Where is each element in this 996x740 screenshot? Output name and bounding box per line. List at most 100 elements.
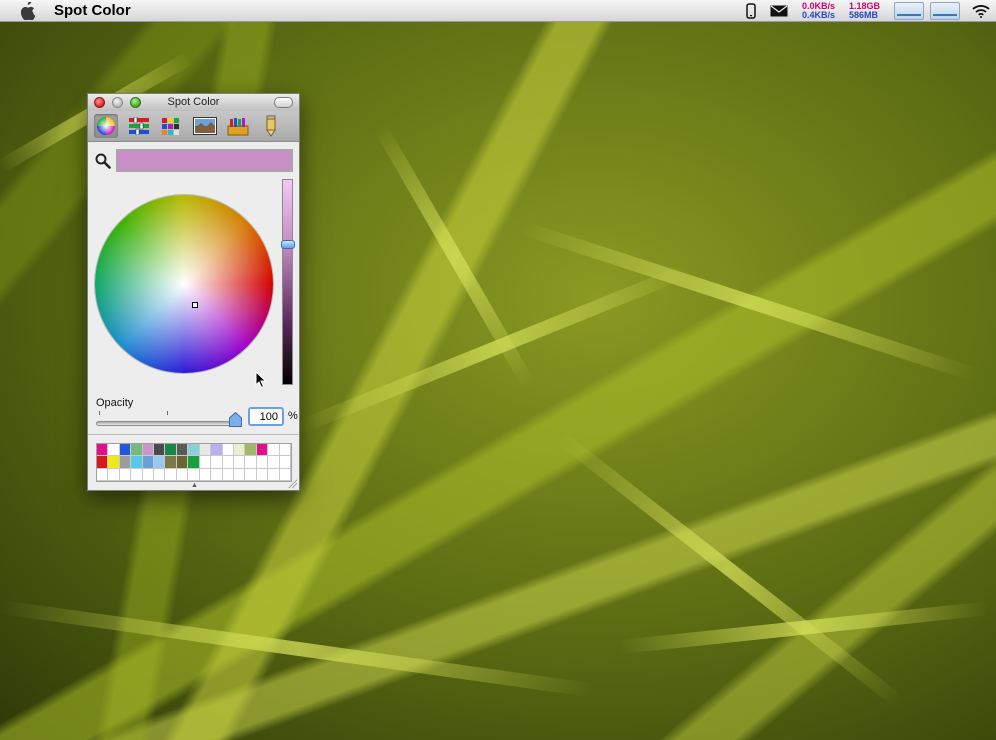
- color-swatch[interactable]: [188, 468, 200, 481]
- color-swatch[interactable]: [176, 468, 189, 481]
- opacity-percent-sign: %: [288, 410, 298, 422]
- color-wheel-cursor[interactable]: [192, 302, 198, 308]
- color-swatch[interactable]: [222, 456, 234, 469]
- cpu-meter[interactable]: [894, 2, 924, 20]
- color-swatch[interactable]: [142, 468, 155, 481]
- memory-free: 586MB: [848, 10, 878, 20]
- color-swatch[interactable]: [222, 468, 234, 481]
- pencils-tab[interactable]: [259, 114, 283, 138]
- color-swatch[interactable]: [279, 456, 291, 469]
- color-swatch[interactable]: [176, 456, 189, 469]
- resize-grip-icon[interactable]: [288, 479, 297, 488]
- color-swatch[interactable]: [131, 468, 143, 481]
- color-swatch[interactable]: [211, 444, 223, 457]
- color-swatch[interactable]: [256, 456, 269, 469]
- mouse-pointer-icon: [255, 370, 267, 394]
- color-swatch[interactable]: [119, 456, 132, 469]
- color-swatch[interactable]: [119, 444, 132, 457]
- crayons-tab[interactable]: [226, 114, 250, 138]
- color-swatch[interactable]: [154, 468, 166, 481]
- wallpaper-grass: [517, 220, 979, 382]
- color-swatch[interactable]: [199, 444, 212, 457]
- selected-color-well[interactable]: [116, 149, 293, 172]
- color-wheel[interactable]: [95, 195, 273, 373]
- color-swatch[interactable]: [211, 468, 223, 481]
- image-palettes-tab[interactable]: [193, 114, 217, 138]
- color-swatch[interactable]: [97, 456, 109, 469]
- color-swatch-grid: [96, 443, 292, 482]
- window-title: Spot Color: [167, 96, 220, 108]
- color-swatch[interactable]: [108, 456, 120, 469]
- color-swatch[interactable]: [108, 444, 120, 457]
- sliders-icon: [129, 117, 149, 135]
- color-wheel-icon: [97, 117, 115, 135]
- color-swatch[interactable]: [233, 456, 246, 469]
- color-swatch[interactable]: [131, 456, 143, 469]
- color-swatch[interactable]: [165, 444, 177, 457]
- color-swatch[interactable]: [97, 444, 109, 457]
- opacity-slider-thumb[interactable]: [229, 411, 242, 427]
- color-sliders-tab[interactable]: [127, 114, 151, 138]
- color-swatch[interactable]: [154, 444, 166, 457]
- color-swatch[interactable]: [199, 456, 212, 469]
- color-swatch[interactable]: [119, 468, 132, 481]
- opacity-slider[interactable]: [96, 421, 240, 426]
- wifi-icon[interactable]: [972, 4, 990, 18]
- color-swatch[interactable]: [256, 468, 269, 481]
- color-swatch[interactable]: [176, 444, 189, 457]
- opacity-label: Opacity: [96, 397, 134, 409]
- color-palettes-tab[interactable]: [160, 114, 184, 138]
- magnifier-icon[interactable]: [95, 153, 111, 169]
- color-swatch[interactable]: [279, 444, 291, 457]
- menu-bar: Spot Color 0.0KB/s 0.4KB/s 1.18GB 586MB: [0, 0, 996, 22]
- wallpaper-grass: [0, 600, 596, 698]
- app-menu-name[interactable]: Spot Color: [54, 2, 131, 19]
- image-palette-icon: [193, 117, 217, 135]
- wallpaper-grass: [555, 431, 904, 708]
- color-swatch[interactable]: [245, 468, 257, 481]
- color-swatch[interactable]: [108, 468, 120, 481]
- color-swatch[interactable]: [268, 444, 280, 457]
- color-panel-window: Spot Color Opacity 100 % ▲: [87, 93, 300, 491]
- color-swatch[interactable]: [188, 456, 200, 469]
- color-swatch[interactable]: [188, 444, 200, 457]
- brightness-slider-thumb[interactable]: [281, 240, 295, 249]
- crayons-icon: [227, 118, 249, 136]
- disk-meter[interactable]: [930, 2, 960, 20]
- color-swatch[interactable]: [245, 456, 257, 469]
- network-stats[interactable]: 0.0KB/s 0.4KB/s: [802, 2, 835, 20]
- color-swatch[interactable]: [199, 468, 212, 481]
- swatch-drawer-handle-icon[interactable]: ▲: [191, 482, 198, 489]
- network-download-rate: 0.4KB/s: [801, 10, 835, 20]
- color-swatch[interactable]: [165, 468, 177, 481]
- color-swatch[interactable]: [233, 468, 246, 481]
- color-swatch[interactable]: [222, 444, 234, 457]
- mail-icon[interactable]: [770, 5, 788, 17]
- phone-icon[interactable]: [746, 3, 756, 19]
- color-swatch[interactable]: [256, 444, 269, 457]
- opacity-value-field[interactable]: [248, 407, 284, 426]
- color-swatch[interactable]: [165, 456, 177, 469]
- color-swatch[interactable]: [131, 444, 143, 457]
- color-swatch[interactable]: [245, 444, 257, 457]
- window-titlebar[interactable]: Spot Color: [88, 94, 299, 111]
- opacity-tick: [167, 411, 168, 415]
- color-swatch[interactable]: [268, 456, 280, 469]
- color-mode-toolbar: [88, 111, 299, 142]
- brightness-slider[interactable]: [282, 179, 293, 385]
- color-swatch[interactable]: [268, 468, 280, 481]
- color-swatch[interactable]: [154, 456, 166, 469]
- toolbar-toggle-button[interactable]: [274, 97, 293, 108]
- color-swatch[interactable]: [97, 468, 109, 481]
- color-wheel-tab[interactable]: [94, 114, 118, 138]
- memory-stats[interactable]: 1.18GB 586MB: [849, 2, 880, 20]
- palettes-icon: [162, 118, 179, 135]
- color-swatch[interactable]: [142, 456, 155, 469]
- menu-extras: 0.0KB/s 0.4KB/s 1.18GB 586MB: [746, 0, 996, 22]
- wallpaper-grass: [619, 601, 989, 654]
- color-swatch[interactable]: [233, 444, 246, 457]
- apple-icon[interactable]: [18, 1, 36, 20]
- color-swatch[interactable]: [211, 456, 223, 469]
- color-swatch[interactable]: [142, 444, 155, 457]
- pencil-icon: [266, 115, 276, 137]
